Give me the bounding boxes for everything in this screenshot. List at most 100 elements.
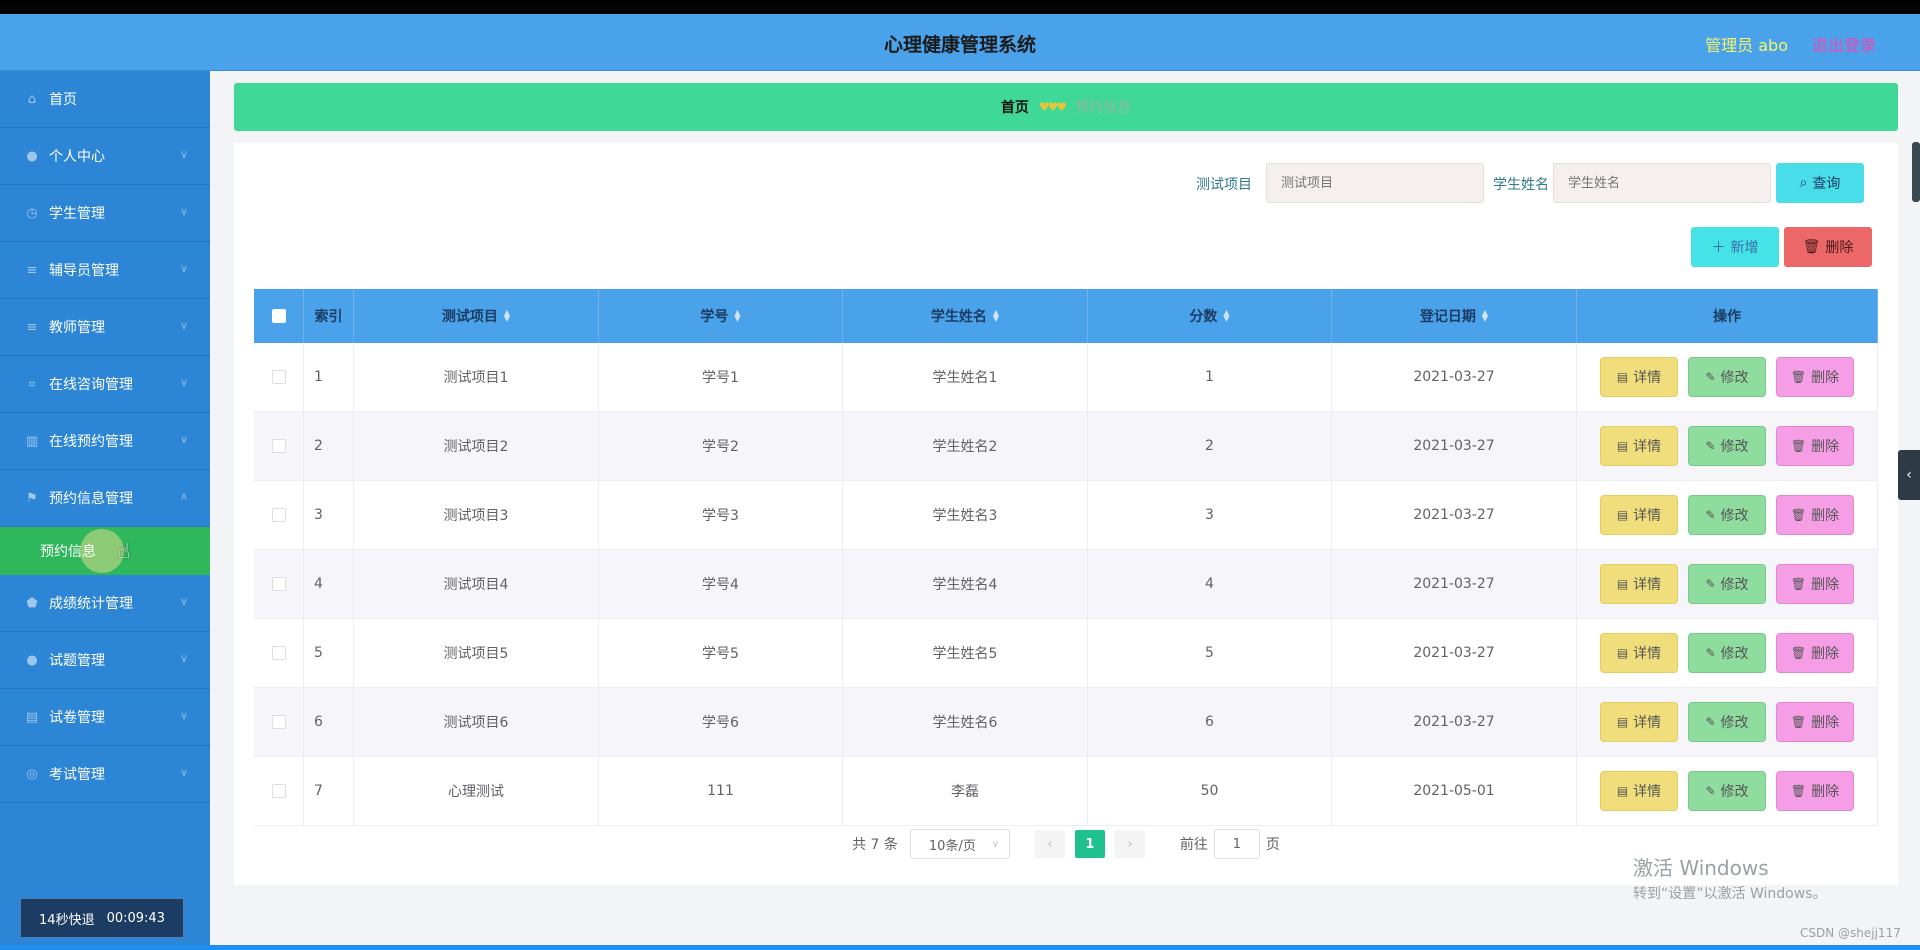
- select-all-checkbox[interactable]: [271, 309, 286, 323]
- edit-button[interactable]: ✎ 修改: [1688, 426, 1766, 466]
- trash-icon: 🗑: [1790, 439, 1807, 453]
- sort-icon[interactable]: ▲ ▼: [504, 309, 510, 323]
- page-size-select[interactable]: 10条/页 ∨: [909, 829, 1010, 859]
- delete-button[interactable]: 🗑 删除: [1776, 426, 1854, 466]
- sidebar-item[interactable]: ⌂ 首页: [0, 71, 210, 128]
- edit-button[interactable]: ✎ 修改: [1688, 702, 1766, 742]
- detail-button[interactable]: ▤ 详情: [1600, 495, 1678, 535]
- submenu-item-appointment-info[interactable]: 预约信息 ☝: [0, 527, 210, 575]
- student-name-search-input[interactable]: [1553, 163, 1771, 203]
- edit-button[interactable]: ✎ 修改: [1688, 771, 1766, 811]
- edit-button[interactable]: ✎ 修改: [1688, 357, 1766, 397]
- delete-button[interactable]: 🗑 删除: [1776, 564, 1854, 604]
- sidebar-item[interactable]: ≡ 教师管理 ∨: [0, 299, 210, 356]
- header-date[interactable]: 登记日期 ▲ ▼: [1332, 289, 1577, 343]
- cell-actions: ▤ 详情 ✎ 修改 🗑 删除: [1577, 481, 1878, 549]
- row-checkbox[interactable]: [271, 439, 286, 453]
- detail-button[interactable]: ▤ 详情: [1600, 564, 1678, 604]
- sidebar-item[interactable]: ● 试题管理 ∨: [0, 632, 210, 689]
- sidebar-item-label: 考试管理: [49, 767, 105, 783]
- detail-button[interactable]: ▤ 详情: [1600, 357, 1678, 397]
- delete-button[interactable]: 🗑 删除: [1776, 357, 1854, 397]
- prev-page-button[interactable]: ‹: [1034, 830, 1065, 858]
- chevron-down-icon: ∨: [179, 205, 188, 218]
- header-project[interactable]: 测试项目 ▲ ▼: [354, 289, 599, 343]
- delete-button[interactable]: 🗑 删除: [1776, 495, 1854, 535]
- cell-project: 心理测试: [354, 757, 599, 825]
- cell-student-name: 学生姓名3: [843, 481, 1088, 549]
- cell-score: 50: [1088, 757, 1332, 825]
- row-checkbox[interactable]: [271, 715, 286, 729]
- add-button[interactable]: ＋ 新增: [1691, 227, 1779, 267]
- goto-page-input[interactable]: 1: [1213, 829, 1260, 859]
- search-icon: ⌕: [1799, 175, 1808, 191]
- sidebar-item[interactable]: ▥ 在线预约管理 ∨: [0, 413, 210, 470]
- row-checkbox[interactable]: [271, 784, 286, 798]
- detail-button-label: 详情: [1633, 370, 1662, 386]
- row-checkbox[interactable]: [271, 508, 286, 522]
- header-label: 学生姓名: [930, 309, 987, 325]
- cell-student-id: 学号6: [599, 688, 843, 756]
- sidebar-item[interactable]: ▤ 试卷管理 ∨: [0, 689, 210, 746]
- edit-button[interactable]: ✎ 修改: [1688, 564, 1766, 604]
- sort-icon[interactable]: ▲ ▼: [1482, 309, 1488, 323]
- header-student-id[interactable]: 学号 ▲ ▼: [599, 289, 843, 343]
- breadcrumb-home[interactable]: 首页: [1001, 97, 1029, 117]
- logout-link[interactable]: 退出登录: [1812, 32, 1876, 56]
- next-page-button[interactable]: ›: [1114, 830, 1145, 858]
- sidebar-item[interactable]: ◎ 考试管理 ∨: [0, 746, 210, 803]
- scrollbar-thumb[interactable]: [1912, 142, 1920, 202]
- target-icon: ◎: [26, 766, 38, 782]
- row-checkbox[interactable]: [271, 370, 286, 384]
- edit-button[interactable]: ✎ 修改: [1688, 495, 1766, 535]
- windows-activation-watermark: 激活 Windows 转到“设置”以激活 Windows。: [1633, 852, 1826, 903]
- table-header: 索引 测试项目 ▲ ▼ 学号 ▲ ▼ 学生姓名 ▲ ▼ 分数 ▲ ▼ 登记日期 ▲ ▼ 操作: [254, 289, 1878, 343]
- delete-button[interactable]: 🗑 删除: [1776, 633, 1854, 673]
- collapse-panel-handle[interactable]: ‹: [1898, 450, 1920, 500]
- sort-icon[interactable]: ▲ ▼: [734, 309, 740, 323]
- sidebar-item[interactable]: ⚑ 预约信息管理 ∧: [0, 470, 210, 527]
- cell-date: 2021-05-01: [1332, 757, 1577, 825]
- chevron-up-icon: ∧: [179, 490, 188, 503]
- chevron-down-icon: ∨: [179, 319, 188, 332]
- document-icon: ▤: [1616, 646, 1629, 660]
- sort-icon[interactable]: ▲ ▼: [993, 309, 999, 323]
- header-student-name[interactable]: 学生姓名 ▲ ▼: [843, 289, 1088, 343]
- sidebar-item[interactable]: ⬟ 成绩统计管理 ∨: [0, 575, 210, 632]
- query-button[interactable]: ⌕ 查询: [1776, 163, 1864, 203]
- page-number-active[interactable]: 1: [1074, 830, 1105, 858]
- chevron-down-icon: ∨: [179, 262, 188, 275]
- delete-button[interactable]: 🗑 删除: [1776, 771, 1854, 811]
- detail-button[interactable]: ▤ 详情: [1600, 426, 1678, 466]
- cell-student-id: 学号4: [599, 550, 843, 618]
- breadcrumb: 首页 ♥♥♥ 预约信息: [234, 83, 1898, 131]
- crop-icon: ⌗: [28, 376, 36, 392]
- query-button-label: 查询: [1812, 176, 1841, 192]
- delete-button[interactable]: 🗑 删除: [1776, 702, 1854, 742]
- sort-icon[interactable]: ▲ ▼: [1223, 309, 1229, 323]
- sidebar-item[interactable]: ◷ 学生管理 ∨: [0, 185, 210, 242]
- sidebar-item-label: 预约信息管理: [49, 491, 133, 507]
- batch-delete-label: 删除: [1825, 240, 1854, 256]
- cell-index: 6: [304, 688, 354, 756]
- header-score[interactable]: 分数 ▲ ▼: [1088, 289, 1332, 343]
- plus-icon: ＋: [1711, 240, 1726, 256]
- detail-button[interactable]: ▤ 详情: [1600, 702, 1678, 742]
- sidebar-item[interactable]: ● 个人中心 ∨: [0, 128, 210, 185]
- trash-icon: 🗑: [1802, 239, 1821, 255]
- delete-button-label: 删除: [1811, 508, 1840, 524]
- row-checkbox[interactable]: [271, 577, 286, 591]
- detail-button[interactable]: ▤ 详情: [1600, 771, 1678, 811]
- sidebar-item[interactable]: ≡ 辅导员管理 ∨: [0, 242, 210, 299]
- row-checkbox[interactable]: [271, 646, 286, 660]
- sidebar-item[interactable]: ⌗ 在线咨询管理 ∨: [0, 356, 210, 413]
- edit-button[interactable]: ✎ 修改: [1688, 633, 1766, 673]
- app-title: 心理健康管理系统: [883, 34, 1036, 56]
- batch-delete-button[interactable]: 🗑 删除: [1784, 227, 1872, 267]
- detail-button[interactable]: ▤ 详情: [1600, 633, 1678, 673]
- edit-button-label: 修改: [1720, 439, 1749, 455]
- project-search-label: 测试项目: [1196, 177, 1252, 193]
- project-search-input[interactable]: [1266, 163, 1484, 203]
- cell-date: 2021-03-27: [1332, 481, 1577, 549]
- student-name-search-label: 学生姓名: [1493, 177, 1549, 193]
